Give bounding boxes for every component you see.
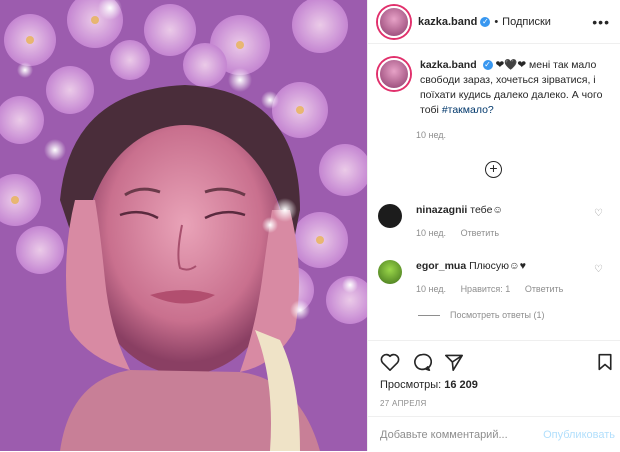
verified-badge-icon: ✓: [480, 16, 491, 27]
share-icon[interactable]: [444, 353, 464, 371]
post-date: 27 АПРЕЛЯ: [380, 399, 427, 408]
views-label: Просмотры:: [380, 379, 442, 391]
post-actions: Просмотры: 16 209 27 АПРЕЛЯ Добавьте ком…: [368, 340, 620, 452]
replies-divider: [418, 314, 440, 316]
load-more-comments-icon[interactable]: +: [485, 161, 502, 178]
comment-item: ninazagnii тебе☺ 10 нед. Ответить ♡: [378, 204, 611, 238]
more-options-icon[interactable]: •••: [592, 14, 610, 30]
post-sidebar: kazka.band ✓ • Подписки ••• kazka.band ✓…: [367, 0, 620, 451]
view-replies-button[interactable]: Посмотреть ответы (1): [418, 310, 545, 320]
view-replies-label: Посмотреть ответы (1): [450, 310, 545, 320]
views-number: 16 209: [444, 379, 478, 391]
caption-timestamp: 10 нед.: [416, 130, 447, 140]
views-count[interactable]: Просмотры: 16 209: [380, 379, 478, 391]
caption-avatar[interactable]: [378, 58, 410, 90]
instagram-post: kazka.band ✓ • Подписки ••• kazka.band ✓…: [0, 0, 620, 451]
caption-username[interactable]: kazka.band: [420, 59, 477, 71]
comment-time: 10 нед.: [416, 228, 447, 238]
comment-likes[interactable]: Нравится: 1: [461, 284, 511, 294]
commenter-avatar[interactable]: [378, 204, 402, 228]
caption-emoji: ❤🖤❤: [495, 59, 527, 71]
publish-button[interactable]: Опубликовать: [543, 429, 615, 441]
post-header: kazka.band ✓ • Подписки •••: [368, 0, 620, 44]
comment-text: тебе☺: [470, 204, 504, 216]
post-caption: kazka.band ✓ ❤🖤❤ мені так мало свободи з…: [368, 44, 620, 118]
commenter-username[interactable]: ninazagnii: [416, 204, 467, 216]
verified-badge-icon: ✓: [482, 60, 493, 71]
reply-button[interactable]: Ответить: [525, 284, 563, 294]
comment-input[interactable]: Добавьте комментарий...: [380, 429, 508, 441]
commenter-username[interactable]: egor_mua: [416, 260, 466, 272]
commenter-avatar[interactable]: [378, 260, 402, 284]
comment-icon[interactable]: [412, 353, 432, 371]
comment-item: egor_mua Плюсую☺♥ 10 нед. Нравится: 1 От…: [378, 260, 611, 294]
like-comment-icon[interactable]: ♡: [594, 264, 603, 275]
author-avatar[interactable]: [378, 5, 410, 38]
caption-hashtag[interactable]: #такмало?: [442, 104, 494, 116]
separator-dot: •: [494, 15, 499, 28]
add-comment-bar: Добавьте комментарий... Опубликовать: [368, 416, 620, 452]
following-button[interactable]: Подписки: [502, 16, 551, 28]
photo-illustration: [0, 0, 367, 451]
author-username[interactable]: kazka.band: [418, 16, 477, 28]
comment-text: Плюсую☺♥: [469, 260, 526, 272]
caption-text: kazka.band ✓ ❤🖤❤ мені так мало свободи з…: [420, 58, 610, 118]
like-comment-icon[interactable]: ♡: [594, 208, 603, 219]
bookmark-icon[interactable]: [597, 353, 613, 371]
like-icon[interactable]: [380, 353, 400, 371]
comment-time: 10 нед.: [416, 284, 447, 294]
reply-button[interactable]: Ответить: [461, 228, 499, 238]
post-photo[interactable]: [0, 0, 367, 451]
